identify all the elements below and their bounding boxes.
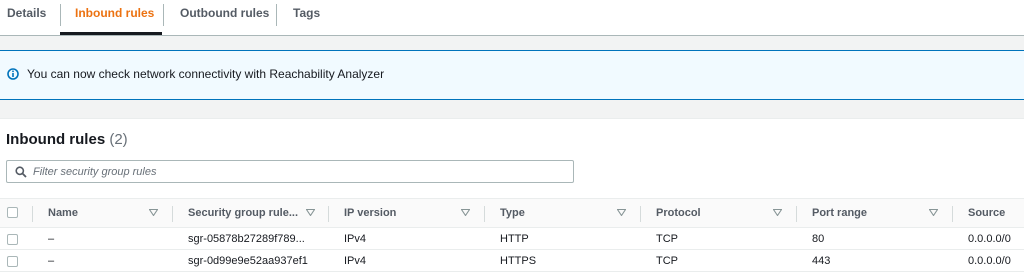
tab-inbound-rules[interactable]: Inbound rules	[75, 0, 154, 36]
cell-name: –	[48, 232, 55, 245]
column-divider	[172, 206, 173, 222]
rule-count: (2)	[109, 131, 128, 148]
row-checkbox[interactable]	[7, 234, 18, 245]
inbound-rules-panel: Inbound rules (2) Name Security group ru…	[0, 118, 1024, 278]
cell-security-group-rule-id[interactable]: sgr-0d99e9e52aa937ef1	[188, 250, 324, 271]
filter-box[interactable]	[6, 160, 574, 183]
column-header-type[interactable]: Type	[500, 199, 610, 227]
cell-security-group-rule-id[interactable]: sgr-05878b27289f789...	[188, 228, 324, 249]
column-divider	[952, 206, 953, 222]
column-header-port-range[interactable]: Port range	[812, 199, 922, 227]
banner-message: You can now check network connectivity w…	[27, 67, 385, 81]
cell-port-range: 443	[812, 254, 831, 267]
panel-title: Inbound rules (2)	[6, 131, 128, 148]
row-checkbox[interactable]	[7, 256, 18, 267]
column-header-security-group-rule[interactable]: Security group rule...	[188, 199, 302, 227]
sort-caret-icon[interactable]	[461, 209, 470, 216]
table-header: Name Security group rule... IP version T…	[0, 198, 1024, 228]
cell-protocol: TCP	[656, 254, 678, 267]
column-divider	[640, 206, 641, 222]
cell-name: –	[48, 254, 55, 267]
column-header-protocol[interactable]: Protocol	[656, 199, 766, 227]
column-divider	[796, 206, 797, 222]
column-divider	[32, 206, 33, 222]
info-icon	[7, 68, 19, 80]
cell-source: 0.0.0.0/0	[968, 232, 1011, 245]
tab-outbound-rules[interactable]: Outbound rules	[180, 0, 269, 36]
panel-title-text: Inbound rules	[6, 131, 106, 148]
cell-type: HTTP	[500, 232, 529, 245]
sort-caret-icon[interactable]	[149, 209, 158, 216]
tab-bar: Details Inbound rules Outbound rules Tag…	[0, 0, 1024, 36]
active-tab-indicator	[60, 32, 162, 35]
cell-ip-version: IPv4	[344, 254, 367, 267]
sort-caret-icon[interactable]	[929, 209, 938, 216]
cell-ip-version: IPv4	[344, 232, 367, 245]
cell-port-range: 80	[812, 232, 825, 245]
column-header-name[interactable]: Name	[48, 199, 148, 227]
column-divider	[328, 206, 329, 222]
sort-caret-icon[interactable]	[306, 209, 315, 216]
table-row[interactable]: – sgr-0d99e9e52aa937ef1 IPv4 HTTPS TCP 4…	[0, 250, 1024, 272]
cell-type: HTTPS	[500, 254, 537, 267]
tab-divider	[276, 4, 277, 26]
sort-caret-icon[interactable]	[617, 209, 626, 216]
sort-caret-icon[interactable]	[773, 209, 782, 216]
column-header-source[interactable]: Source	[968, 199, 1024, 227]
table-row[interactable]: – sgr-05878b27289f789... IPv4 HTTP TCP 8…	[0, 228, 1024, 250]
select-all-checkbox[interactable]	[7, 207, 18, 218]
cell-protocol: TCP	[656, 232, 678, 245]
cell-source: 0.0.0.0/0	[968, 254, 1011, 267]
column-header-ip-version[interactable]: IP version	[344, 199, 454, 227]
column-divider	[484, 206, 485, 222]
filter-input[interactable]	[33, 163, 563, 180]
info-banner: You can now check network connectivity w…	[0, 50, 1024, 100]
tab-divider	[60, 4, 61, 26]
search-icon	[15, 166, 27, 178]
tab-details[interactable]: Details	[7, 0, 46, 36]
tab-divider	[163, 4, 164, 26]
tab-tags[interactable]: Tags	[293, 0, 320, 36]
